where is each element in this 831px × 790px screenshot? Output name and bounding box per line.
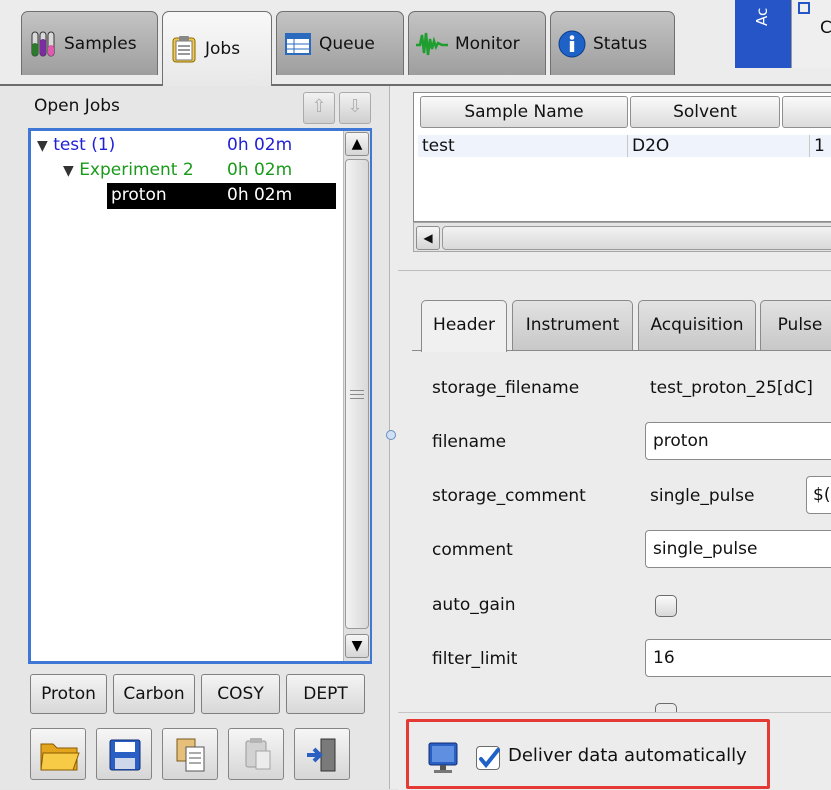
storage-comment-input[interactable]: $( [806,476,831,514]
tree-row-experiment[interactable]: ▼ Experiment 2 [63,158,194,182]
tab-jobs[interactable]: Jobs [162,11,272,86]
tab-monitor-label: Monitor [455,33,520,54]
move-down-button[interactable]: ⇩ [339,92,371,124]
cosy-button[interactable]: COSY [201,674,280,714]
scroll-down-button[interactable]: ▼ [345,634,369,658]
tree-row-time: 0h 02m [227,160,293,180]
param-label-filter-limit: filter_limit [432,649,518,669]
tree-row-test[interactable]: ▼ test (1) [37,133,115,157]
param-label-comment: comment [432,540,513,560]
tab-status-label: Status [593,33,648,54]
tab-pulse[interactable]: Pulse [760,300,831,350]
comment-input[interactable]: single_pulse [645,530,831,568]
top-right-label: C [820,18,831,38]
filter-limit-input[interactable]: 16 [645,639,831,677]
filename-input[interactable]: proton [645,422,831,460]
clipped-checkbox[interactable] [655,703,677,712]
tab-status[interactable]: Status [550,11,675,75]
tab-acquisition[interactable]: Acquisition [638,300,756,350]
param-label-storage-comment: storage_comment [432,486,586,506]
copy-button[interactable] [162,728,218,780]
top-right-panel[interactable]: C [791,0,831,68]
param-value-storage-filename: test_proton_25[dC] [650,378,813,398]
column-header-sample-name[interactable]: Sample Name [420,96,628,128]
table-horizontal-scrollbar[interactable]: ◀ [413,222,831,252]
table-icon [283,29,313,59]
jobs-tree[interactable]: ▼ test (1) 0h 02m ▼ Experiment 2 0h 02m … [28,128,372,664]
expand-icon[interactable]: ▼ [37,138,48,154]
scroll-up-button[interactable]: ▲ [345,132,369,156]
tab-samples-label: Samples [64,33,137,54]
tree-row-time: 0h 02m [227,185,293,205]
table-cell[interactable]: D2O [628,135,810,157]
tree-row-name: test (1) [53,135,116,155]
open-jobs-label: Open Jobs [34,96,120,116]
tab-queue[interactable]: Queue [276,11,404,75]
expand-icon[interactable]: ▼ [63,163,74,179]
tree-row-time: 0h 02m [227,135,293,155]
scroll-left-button[interactable]: ◀ [416,226,440,250]
save-button[interactable] [96,728,152,780]
clipped-param-row [432,700,512,710]
waveform-icon [415,29,449,59]
arrow-up-icon: ⇧ [311,96,327,117]
splitter-handle[interactable] [386,430,396,440]
square-icon [798,2,810,14]
tree-row-proton[interactable]: proton 0h 02m [107,183,336,209]
tab-instrument[interactable]: Instrument [512,300,633,350]
auto-gain-checkbox[interactable] [655,595,677,617]
info-icon [557,29,587,59]
scroll-thumb[interactable] [442,226,831,250]
test-tubes-icon [28,29,58,59]
proton-button[interactable]: Proton [30,674,107,714]
arrow-down-icon: ⇩ [347,96,363,117]
dept-button[interactable]: DEPT [286,674,365,714]
highlight-box [406,719,770,789]
param-label-auto-gain: auto_gain [432,595,516,615]
tree-row-name: proton [111,185,167,205]
tree-row-name: Experiment 2 [79,160,194,180]
open-folder-icon [40,743,80,771]
tab-header[interactable]: Header [421,300,507,352]
sample-table[interactable]: Sample Name Solvent test D2O 1 [413,92,831,222]
param-label-storage-filename: storage_filename [432,378,580,398]
column-header-solvent[interactable]: Solvent [630,96,780,128]
exit-icon [307,738,336,772]
tab-samples[interactable]: Samples [21,11,158,75]
tab-monitor[interactable]: Monitor [408,11,546,75]
divider [398,270,831,271]
column-header-next[interactable] [782,96,831,128]
action-panel-header[interactable]: Ac [735,0,791,68]
param-label-filename: filename [432,432,507,452]
table-cell[interactable]: 1 [810,135,831,157]
open-button[interactable] [30,728,86,780]
scroll-thumb[interactable] [345,159,369,629]
tab-queue-label: Queue [319,33,375,54]
clipboard-icon [169,34,199,64]
carbon-button[interactable]: Carbon [113,674,195,714]
save-icon [109,739,141,771]
table-cell[interactable]: test [418,135,628,157]
move-up-button[interactable]: ⇧ [303,92,335,124]
tab-jobs-label: Jobs [205,39,241,59]
action-rotated-label: Ac [753,7,771,26]
exit-button[interactable] [294,728,350,780]
paste-button[interactable] [228,728,284,780]
copy-icon [176,738,205,772]
tree-vertical-scrollbar[interactable]: ▲ ▼ [343,131,370,661]
paste-icon [245,738,271,770]
param-value-storage-comment: single_pulse [650,486,755,506]
